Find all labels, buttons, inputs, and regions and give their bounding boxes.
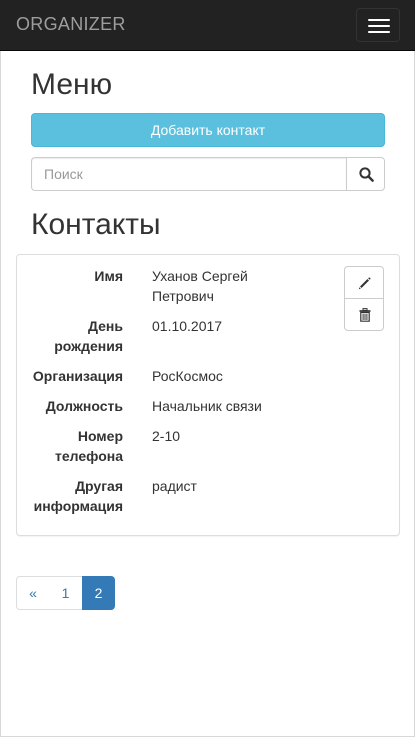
field-label: Организация [32, 368, 123, 384]
hamburger-icon-bar [368, 31, 390, 33]
field-value: Уханов Сергей Петрович [152, 268, 248, 304]
field-value: РосКосмос [152, 368, 223, 384]
field-label: День рождения [54, 318, 123, 354]
pagination-page-1[interactable]: 1 [49, 576, 83, 610]
field-label: Другая информация [33, 478, 123, 514]
search-input[interactable] [31, 157, 346, 191]
search-button[interactable] [346, 157, 385, 191]
trash-icon [359, 308, 371, 322]
field-value: Начальник связи [152, 398, 262, 414]
menu-toggle-button[interactable] [356, 8, 400, 42]
hamburger-icon [368, 19, 390, 21]
field-value: 2-10 [152, 428, 181, 444]
search-group [31, 157, 385, 191]
navbar: ORGANIZER [0, 0, 415, 51]
field-label: Номер телефона [55, 428, 123, 464]
search-icon [359, 167, 374, 182]
brand-logo-text[interactable]: ORGANIZER [16, 14, 126, 35]
contact-card: Имя Уханов Сергей Петрович День рождения… [16, 254, 400, 536]
field-label: Должность [45, 398, 123, 414]
delete-contact-button[interactable] [344, 298, 384, 331]
field-label: Имя [94, 268, 123, 284]
field-value: 01.10.2017 [152, 318, 223, 334]
hamburger-icon-bar [368, 25, 390, 27]
add-contact-button[interactable]: Добавить контакт [31, 113, 385, 147]
menu-heading: Меню [31, 68, 113, 101]
pagination-prev-button[interactable]: « [16, 576, 50, 610]
contacts-heading: Контакты [31, 208, 161, 241]
pencil-icon [358, 277, 371, 290]
contact-actions [344, 266, 384, 332]
edit-contact-button[interactable] [344, 266, 384, 299]
field-value: радист [152, 478, 197, 494]
pagination-page-2-active[interactable]: 2 [82, 576, 115, 610]
